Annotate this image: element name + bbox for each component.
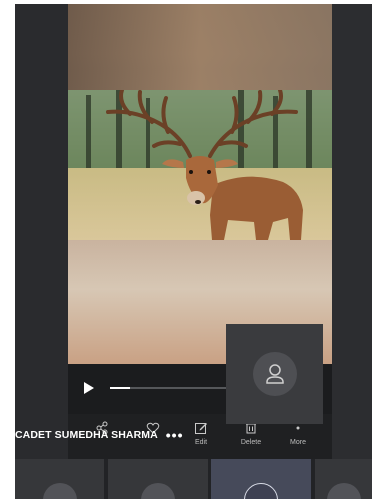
participant-tile-active[interactable] [211, 459, 311, 499]
person-icon [266, 364, 284, 384]
participant-name: CADET SUMEDHA SHARMA [15, 429, 158, 441]
avatar [244, 483, 278, 499]
edit-label: Edit [194, 439, 208, 446]
shared-photo-viewer[interactable] [68, 4, 332, 364]
participant-tile[interactable] [315, 459, 372, 499]
participant-tile[interactable] [108, 459, 208, 499]
avatar [326, 483, 361, 499]
deer-photo[interactable] [68, 90, 332, 240]
participant-video-card[interactable] [226, 324, 323, 424]
screen: Edit Delete More CADET SUMEDHA SHARMA ••… [0, 0, 387, 499]
participant-caption: CADET SUMEDHA SHARMA ••• [15, 427, 184, 443]
more-label: More [290, 439, 306, 446]
avatar [42, 483, 77, 499]
participant-options-button[interactable]: ••• [166, 428, 184, 442]
avatar [253, 352, 297, 396]
seek-progress [110, 387, 130, 389]
delete-label: Delete [240, 439, 262, 446]
video-call-window: Edit Delete More [15, 4, 372, 499]
avatar [141, 483, 175, 499]
participant-strip [15, 459, 372, 499]
play-icon[interactable] [84, 382, 94, 394]
blurred-backdrop-top [68, 4, 332, 90]
left-panel [15, 4, 68, 459]
deer-image [68, 90, 332, 240]
right-panel [332, 4, 372, 459]
participant-tile[interactable] [15, 459, 104, 499]
edit-button[interactable]: Edit [181, 420, 221, 446]
edit-icon [195, 423, 207, 434]
